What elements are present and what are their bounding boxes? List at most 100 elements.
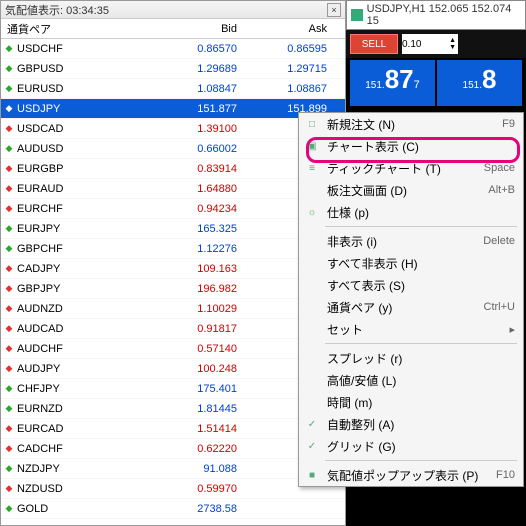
header-pair[interactable]: 通貨ペア [1,21,151,37]
quote-row-nzdjpy[interactable]: ◆NZDJPY91.088 [1,459,345,479]
menu-item-label: 自動整列 (A) [321,416,515,433]
ask-value: 1.29715 [243,63,335,75]
bid-value: 0.59970 [151,483,243,495]
menu-item[interactable]: 非表示 (i)Delete [299,230,523,252]
quote-row-audcad[interactable]: ◆AUDCAD0.91817 [1,319,345,339]
one-click-trade: SELL 0.10 ▲▼ [346,30,526,58]
quote-row-eurnzd[interactable]: ◆EURNZD1.81445 [1,399,345,419]
direction-icon: ◆ [1,483,17,494]
close-button[interactable]: × [327,3,341,17]
bid-value: 0.66002 [151,143,243,155]
menu-item[interactable]: 時間 (m) [299,391,523,413]
quote-row-eurjpy[interactable]: ◆EURJPY165.325 [1,219,345,239]
menu-item[interactable]: すべて非表示 (H) [299,252,523,274]
menu-item-shortcut: Delete [483,235,515,247]
direction-icon: ◆ [1,503,17,514]
bid-value: 165.325 [151,223,243,235]
market-watch-panel: 気配値表示: 03:34:35 × 通貨ペア Bid Ask ◆USDCHF0.… [0,0,346,526]
menu-item-shortcut: Space [484,162,515,174]
quantity-value: 0.10 [402,39,421,50]
pair-name: USDJPY [17,103,151,115]
ask-value: 1.08867 [243,83,335,95]
direction-icon: ◆ [1,143,17,154]
menu-item[interactable]: すべて表示 (S) [299,274,523,296]
quote-row-eurchf[interactable]: ◆EURCHF0.94234 [1,199,345,219]
menu-item[interactable]: ☼仕様 (p) [299,201,523,223]
sell-button[interactable]: SELL [350,34,398,54]
menu-item[interactable]: ▣チャート表示 (C) [299,135,523,157]
direction-icon: ◆ [1,423,17,434]
spinner-icon: ▲▼ [449,37,458,51]
menu-item-label: 気配値ポップアップ表示 (P) [321,467,496,484]
menu-item[interactable]: セット▸ [299,318,523,340]
bid-value: 196.982 [151,283,243,295]
quote-row-euraud[interactable]: ◆EURAUD1.64880 [1,179,345,199]
quote-row-audchf[interactable]: ◆AUDCHF0.57140 [1,339,345,359]
bid-value: 1.08847 [151,83,243,95]
quote-row-cadchf[interactable]: ◆CADCHF0.62220 [1,439,345,459]
menu-item[interactable]: ✓グリッド (G) [299,435,523,457]
pair-name: NZDJPY [17,463,151,475]
quote-row-eurgbp[interactable]: ◆EURGBP0.83914 [1,159,345,179]
price-tiles: 151. 87 7 151. 8 [346,58,526,114]
bid-value: 100.248 [151,363,243,375]
menu-item[interactable]: ≡ティックチャート (T)Space [299,157,523,179]
direction-icon: ◆ [1,243,17,254]
menu-item[interactable]: スプレッド (r) [299,347,523,369]
direction-icon: ◆ [1,163,17,174]
direction-icon: ◆ [1,383,17,394]
menu-item[interactable]: 高値/安値 (L) [299,369,523,391]
direction-icon: ◆ [1,303,17,314]
menu-item-icon: ✓ [303,416,321,432]
menu-item-icon [303,372,321,388]
quote-row-eurcad[interactable]: ◆EURCAD1.51414 [1,419,345,439]
quote-row-audnzd[interactable]: ◆AUDNZD1.10029 [1,299,345,319]
menu-item[interactable]: □新規注文 (N)F9 [299,113,523,135]
quote-row-usdjpy[interactable]: ◆USDJPY151.877151.899 [1,99,345,119]
quote-row-gbpusd[interactable]: ◆GBPUSD1.296891.29715 [1,59,345,79]
menu-item[interactable]: ■気配値ポップアップ表示 (P)F10 [299,464,523,486]
pair-name: GBPJPY [17,283,151,295]
bid-value: 0.62220 [151,443,243,455]
bid-value: 0.86570 [151,43,243,55]
menu-item-icon [303,233,321,249]
menu-item[interactable]: 板注文画面 (D)Alt+B [299,179,523,201]
header-ask[interactable]: Ask [243,23,335,35]
menu-item[interactable]: ✓自動整列 (A) [299,413,523,435]
menu-item-icon [303,394,321,410]
quote-row-audjpy[interactable]: ◆AUDJPY100.248 [1,359,345,379]
quote-row-audusd[interactable]: ◆AUDUSD0.66002 [1,139,345,159]
quote-row-usdchf[interactable]: ◆USDCHF0.865700.86595 [1,39,345,59]
bid-value: 1.39100 [151,123,243,135]
pair-name: GOLD [17,503,151,515]
chart-icon [351,9,363,21]
quantity-stepper[interactable]: 0.10 ▲▼ [402,34,458,54]
quote-row-eurusd[interactable]: ◆EURUSD1.088471.08867 [1,79,345,99]
quote-row-cadjpy[interactable]: ◆CADJPY109.163 [1,259,345,279]
menu-item-icon [303,255,321,271]
direction-icon: ◆ [1,323,17,334]
menu-item[interactable]: 通貨ペア (y)Ctrl+U [299,296,523,318]
menu-item-icon: ≡ [303,160,321,176]
menu-item-icon [303,350,321,366]
pair-name: GBPUSD [17,63,151,75]
menu-item-icon: ✓ [303,438,321,454]
quote-row-gbpjpy[interactable]: ◆GBPJPY196.982 [1,279,345,299]
bid-price-tile[interactable]: 151. 87 7 [350,60,435,106]
direction-icon: ◆ [1,343,17,354]
bid-value: 0.83914 [151,163,243,175]
menu-item-label: チャート表示 (C) [321,138,515,155]
ask-price-tile[interactable]: 151. 8 [437,60,522,106]
pair-name: EURNZD [17,403,151,415]
quote-row-nzdusd[interactable]: ◆NZDUSD0.59970 [1,479,345,499]
quote-row-usdcad[interactable]: ◆USDCAD1.39100 [1,119,345,139]
pair-name: EURUSD [17,83,151,95]
quote-row-gold[interactable]: ◆GOLD2738.58 [1,499,345,519]
pair-name: USDCHF [17,43,151,55]
quote-row-chfjpy[interactable]: ◆CHFJPY175.401 [1,379,345,399]
chart-title-bar: USDJPY,H1 152.065 152.074 15 [346,0,526,30]
quote-row-gbpchf[interactable]: ◆GBPCHF1.12276 [1,239,345,259]
direction-icon: ◆ [1,403,17,414]
header-bid[interactable]: Bid [151,23,243,35]
menu-separator [325,226,517,227]
